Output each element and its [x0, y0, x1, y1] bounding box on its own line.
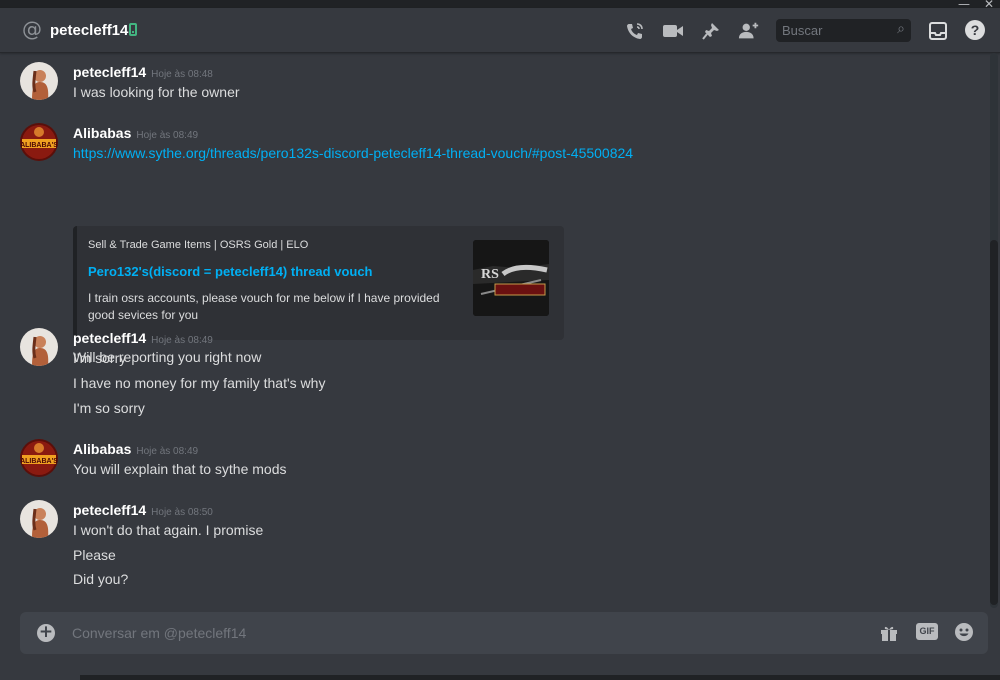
mobile-status-icon — [129, 23, 137, 36]
message-author[interactable]: petecleff14 Hoje às 08:49 — [73, 330, 213, 346]
message-text: You will explain that to sythe mods — [73, 461, 287, 477]
channel-header: @ petecleff14 ⌕ ? — [0, 8, 1000, 53]
at-icon: @ — [22, 17, 42, 41]
message-author[interactable]: Alibabas Hoje às 08:49 — [73, 441, 198, 457]
message-text: I was looking for the owner — [73, 84, 240, 100]
embed-provider: Sell & Trade Game Items | OSRS Gold | EL… — [88, 239, 309, 251]
avatar[interactable] — [20, 500, 58, 538]
embed-description: I train osrs accounts, please vouch for … — [88, 291, 440, 322]
video-call-icon[interactable] — [662, 20, 684, 42]
message-author[interactable]: petecleff14 Hoje às 08:48 — [73, 64, 213, 80]
message-text: I won't do that again. I promise — [73, 522, 264, 538]
pin-icon[interactable] — [700, 20, 722, 42]
embed-title-link[interactable]: Pero132's(discord = petecleff14) thread … — [88, 264, 373, 279]
phone-call-icon[interactable] — [624, 20, 646, 42]
message-text: I have no money for my family that's why — [73, 375, 326, 391]
message-text: Please — [73, 547, 116, 563]
message-list: petecleff14 Hoje às 08:48 I was looking f… — [0, 53, 990, 608]
svg-text:RS: RS — [481, 267, 499, 282]
message-composer: + GIF — [20, 612, 988, 654]
message-timestamp: Hoje às 08:50 — [151, 507, 213, 518]
dm-username: petecleff14 — [50, 22, 129, 39]
svg-text:ALIBABA'S: ALIBABA'S — [20, 458, 58, 465]
message-author[interactable]: Alibabas Hoje às 08:49 — [73, 125, 198, 141]
message-text: I'm so sorry — [73, 400, 145, 416]
window-titlebar — [0, 0, 1000, 8]
message-text: Did you? — [73, 571, 129, 587]
message-timestamp: Hoje às 08:49 — [136, 130, 199, 141]
message-timestamp: Hoje às 08:48 — [151, 69, 213, 80]
scrollbar-thumb[interactable] — [990, 240, 998, 605]
help-icon[interactable]: ? — [965, 20, 985, 40]
svg-text:ALIBABA'S: ALIBABA'S — [20, 142, 58, 149]
link-embed: Sell & Trade Game Items | OSRS Gold | EL… — [73, 226, 564, 340]
embed-thumbnail[interactable]: RS — [473, 240, 549, 316]
search-icon: ⌕ — [897, 21, 905, 37]
window-bottom-edge — [80, 675, 1000, 680]
search-box[interactable]: ⌕ — [776, 19, 911, 42]
emoji-icon[interactable] — [954, 622, 974, 642]
avatar[interactable] — [20, 62, 58, 100]
message-text: I'm sorry — [73, 350, 127, 366]
gif-icon[interactable]: GIF — [916, 623, 938, 640]
gift-icon[interactable] — [879, 623, 899, 643]
message-author[interactable]: petecleff14 Hoje às 08:50 — [73, 502, 213, 518]
message-link[interactable]: https://www.sythe.org/threads/pero132s-d… — [73, 145, 633, 161]
upload-plus-icon[interactable]: + — [37, 624, 55, 642]
avatar[interactable]: ALIBABA'S — [20, 123, 58, 161]
avatar[interactable]: ALIBABA'S — [20, 439, 58, 477]
search-input[interactable] — [782, 23, 887, 38]
inbox-icon[interactable] — [927, 20, 949, 42]
add-friend-icon[interactable] — [738, 20, 760, 42]
message-timestamp: Hoje às 08:49 — [136, 446, 199, 457]
message-timestamp: Hoje às 08:49 — [151, 335, 213, 346]
avatar[interactable] — [20, 328, 58, 366]
message-input[interactable] — [72, 623, 832, 643]
